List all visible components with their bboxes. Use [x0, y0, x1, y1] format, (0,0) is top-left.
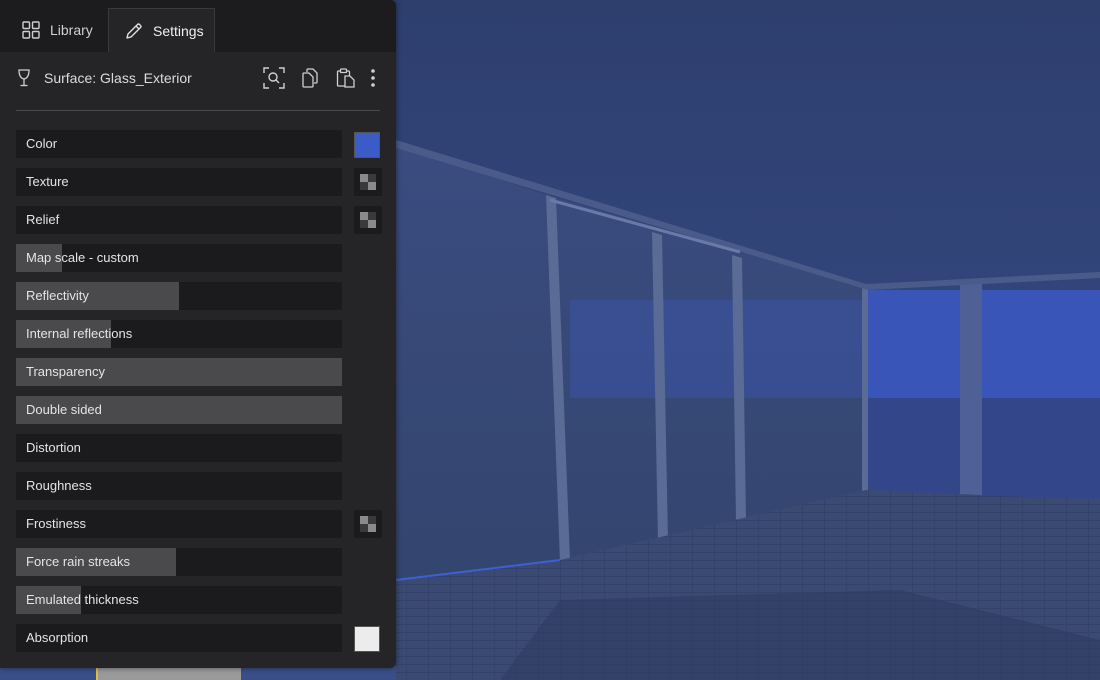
surface-header: Surface: Glass_Exterior	[16, 64, 380, 92]
property-row-texture: Texture	[16, 168, 382, 196]
property-row-double-sided: Double sided	[16, 396, 380, 424]
property-row-roughness: Roughness	[16, 472, 380, 500]
reflectivity-label: Reflectivity	[26, 288, 89, 303]
tab-settings[interactable]: Settings	[108, 8, 215, 52]
force-rain-streaks-label: Force rain streaks	[26, 554, 131, 569]
settings-panel: Library Settings Surface: Glass_Exterior	[0, 0, 396, 668]
distortion-slider[interactable]: Distortion	[16, 434, 342, 462]
texture-texture-button[interactable]	[354, 168, 382, 196]
internal-reflections-slider[interactable]: Internal reflections	[16, 320, 342, 348]
pencil-icon	[126, 22, 142, 39]
transparency-label: Transparency	[26, 364, 105, 379]
more-options-button[interactable]	[366, 64, 380, 92]
reflectivity-slider[interactable]: Reflectivity	[16, 282, 342, 310]
internal-reflections-label: Internal reflections	[26, 326, 133, 341]
relief-texture-button[interactable]	[354, 206, 382, 234]
property-row-internal-reflections: Internal reflections	[16, 320, 380, 348]
absorption-label: Absorption	[26, 630, 89, 645]
property-row-reflectivity: Reflectivity	[16, 282, 380, 310]
double-sided-label: Double sided	[26, 402, 102, 417]
paste-button[interactable]	[332, 64, 360, 92]
property-row-force-rain-streaks: Force rain streaks	[16, 548, 380, 576]
copy-button[interactable]	[296, 64, 324, 92]
color-color-swatch[interactable]	[354, 132, 380, 158]
property-row-distortion: Distortion	[16, 434, 380, 462]
texture-slider[interactable]: Texture	[16, 168, 342, 196]
search-icon	[263, 67, 285, 89]
roughness-slider[interactable]: Roughness	[16, 472, 342, 500]
emulated-thickness-slider[interactable]: Emulated thickness	[16, 586, 342, 614]
search-surface-button[interactable]	[260, 64, 288, 92]
frostiness-label: Frostiness	[26, 516, 86, 531]
checker-icon	[360, 516, 376, 532]
copy-icon	[302, 68, 318, 88]
tab-library-label: Library	[50, 22, 93, 38]
property-list: Color Texture Relief Map scale - custom Refl…	[16, 130, 382, 662]
more-vertical-icon	[371, 69, 375, 87]
double-sided-slider[interactable]: Double sided	[16, 396, 342, 424]
wineglass-icon	[18, 69, 30, 87]
tab-library[interactable]: Library	[0, 8, 108, 52]
color-label: Color	[26, 136, 58, 151]
tab-bar: Library Settings	[0, 0, 396, 52]
property-row-transparency: Transparency	[16, 358, 380, 386]
property-row-map-scale-custom: Map scale - custom	[16, 244, 380, 272]
force-rain-streaks-slider[interactable]: Force rain streaks	[16, 548, 342, 576]
tab-settings-label: Settings	[153, 22, 204, 39]
frostiness-slider[interactable]: Frostiness	[16, 510, 342, 538]
property-row-emulated-thickness: Emulated thickness	[16, 586, 380, 614]
property-row-color: Color	[16, 130, 380, 158]
relief-label: Relief	[26, 212, 60, 227]
absorption-color-swatch[interactable]	[354, 626, 380, 652]
color-slider[interactable]: Color	[16, 130, 342, 158]
frostiness-texture-button[interactable]	[354, 510, 382, 538]
property-row-frostiness: Frostiness	[16, 510, 382, 538]
checker-icon	[360, 212, 376, 228]
grid-icon	[22, 21, 40, 39]
emulated-thickness-label: Emulated thickness	[26, 592, 139, 607]
roughness-label: Roughness	[26, 478, 92, 493]
texture-label: Texture	[26, 174, 69, 189]
property-row-absorption: Absorption	[16, 624, 380, 652]
relief-slider[interactable]: Relief	[16, 206, 342, 234]
distortion-label: Distortion	[26, 440, 81, 455]
map-scale-custom-slider[interactable]: Map scale - custom	[16, 244, 342, 272]
surface-title: Surface: Glass_Exterior	[44, 70, 192, 86]
header-divider	[16, 110, 380, 111]
checker-icon	[360, 174, 376, 190]
absorption-slider[interactable]: Absorption	[16, 624, 342, 652]
property-row-relief: Relief	[16, 206, 382, 234]
paste-icon	[336, 68, 355, 88]
map-scale-custom-label: Map scale - custom	[26, 250, 139, 265]
transparency-slider[interactable]: Transparency	[16, 358, 342, 386]
